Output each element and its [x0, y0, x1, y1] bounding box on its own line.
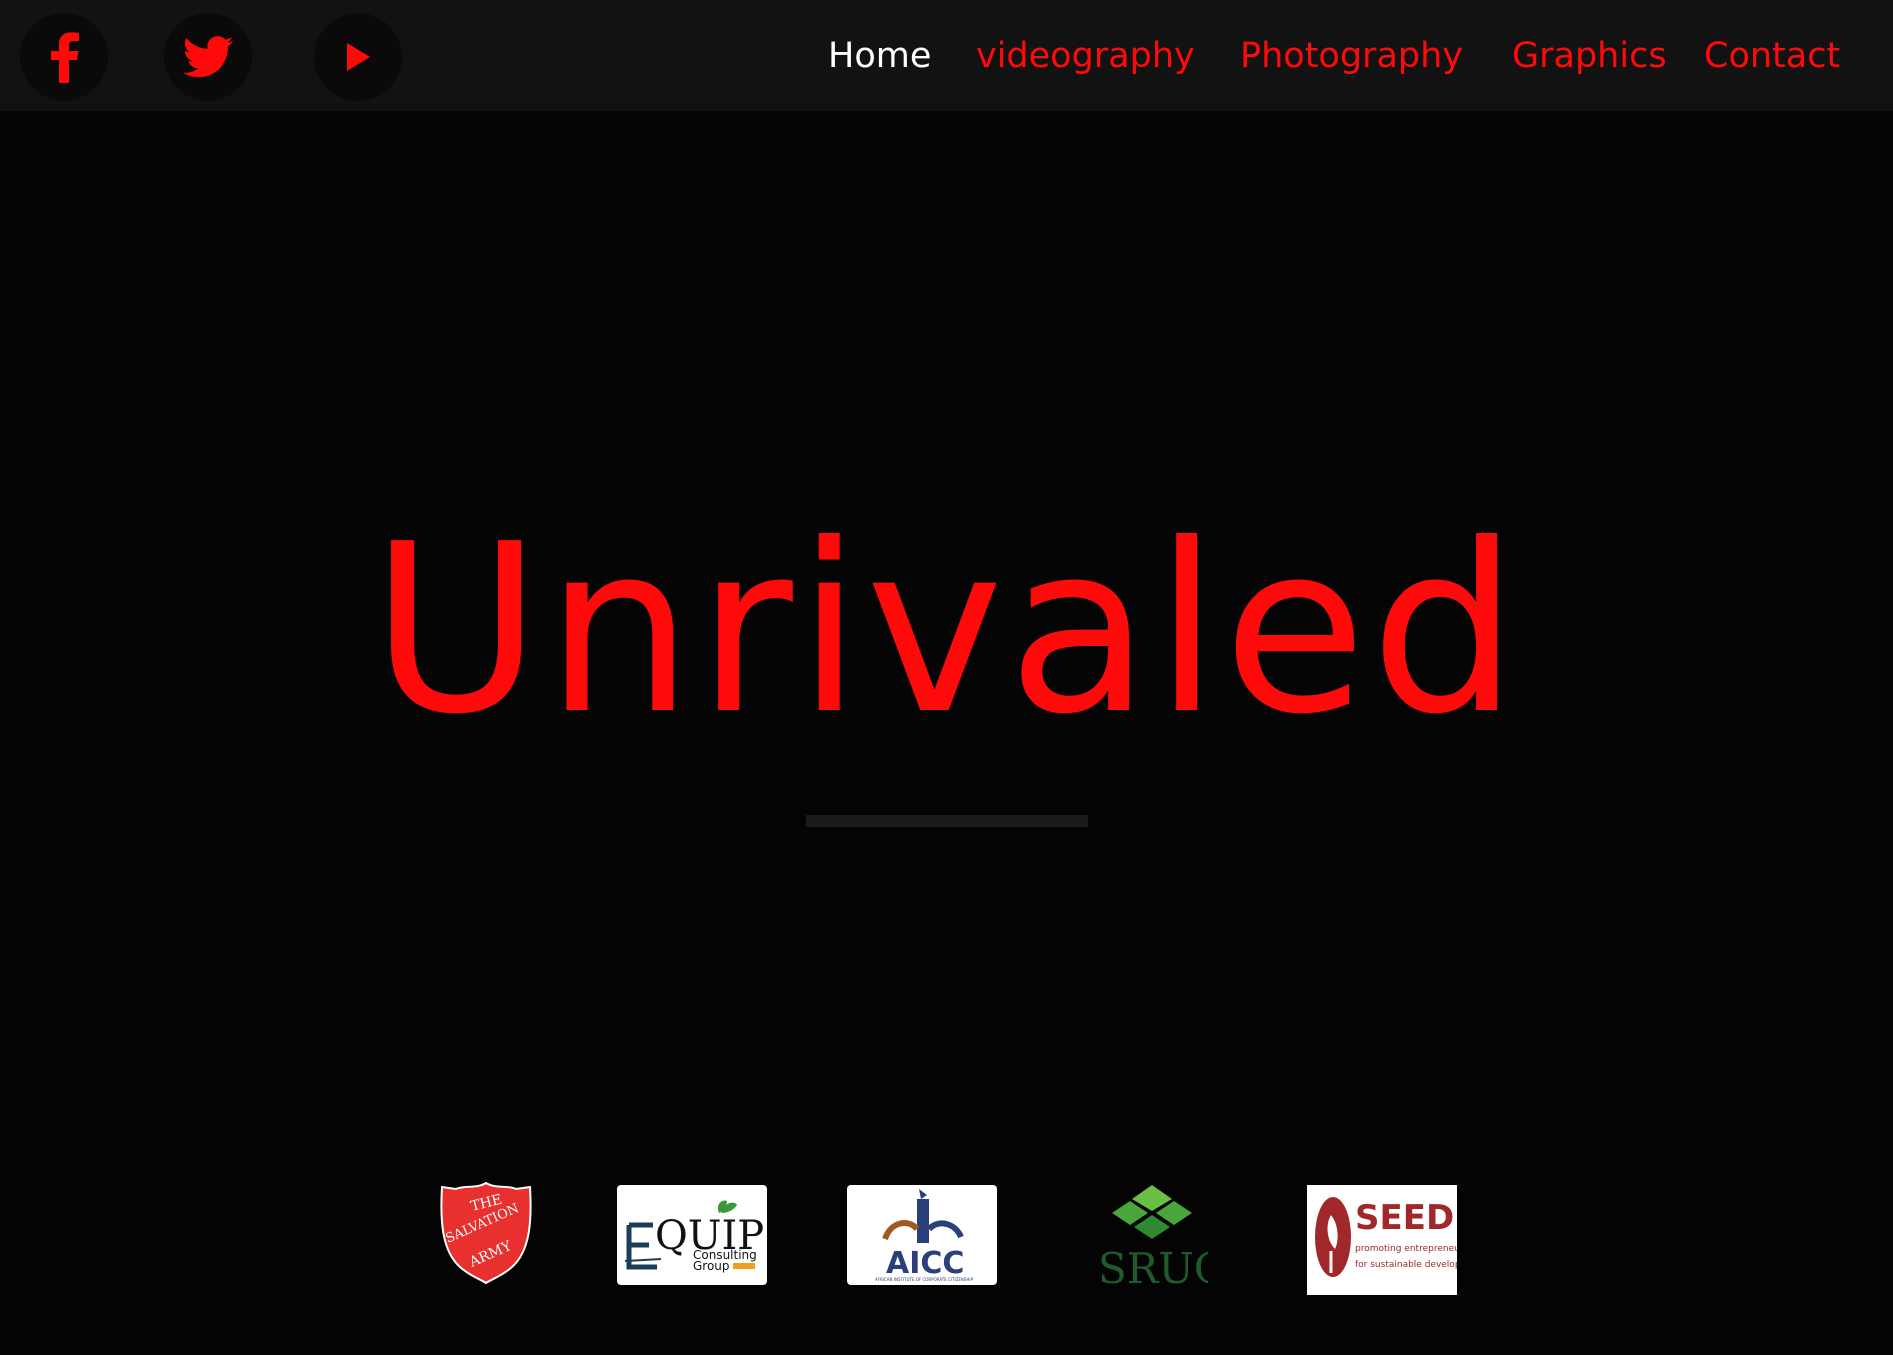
top-navigation-bar: Home videography Photography Graphics Co… — [0, 0, 1893, 111]
twitter-link[interactable] — [164, 13, 252, 101]
nav-contact[interactable]: Contact — [1704, 0, 1840, 111]
svg-text:SEED: SEED — [1355, 1198, 1454, 1238]
nav-home[interactable]: Home — [828, 0, 931, 111]
youtube-link[interactable] — [314, 13, 402, 101]
sruc-logo: SRUC — [1096, 1181, 1208, 1291]
seed-logo: SEED promoting entrepreneurship for sust… — [1307, 1185, 1457, 1295]
svg-text:Group: Group — [693, 1259, 730, 1273]
equip-logo: QUIP Consulting Group — [617, 1185, 767, 1285]
hero-divider — [806, 815, 1088, 827]
nav-graphics[interactable]: Graphics — [1512, 0, 1667, 111]
hero-title: Unrivaled — [370, 494, 1523, 765]
aicc-logo: AICC AFRICAN INSTITUTE OF CORPORATE CITI… — [847, 1185, 997, 1285]
facebook-icon — [51, 32, 79, 83]
svg-text:for sustainable development: for sustainable development — [1355, 1260, 1457, 1270]
svg-text:AFRICAN INSTITUTE OF CORPORATE: AFRICAN INSTITUTE OF CORPORATE CITIZENSH… — [875, 1277, 974, 1282]
svg-text:SRUC: SRUC — [1098, 1244, 1208, 1291]
facebook-link[interactable] — [20, 13, 108, 101]
nav-photography[interactable]: Photography — [1240, 0, 1463, 111]
svg-text:promoting entrepreneurship: promoting entrepreneurship — [1355, 1244, 1457, 1254]
salvation-army-logo: THE SALVATION ARMY — [438, 1181, 534, 1285]
twitter-icon — [182, 36, 234, 78]
svg-text:AICC: AICC — [886, 1246, 964, 1281]
nav-videography[interactable]: videography — [976, 0, 1195, 111]
youtube-play-icon — [347, 43, 370, 71]
